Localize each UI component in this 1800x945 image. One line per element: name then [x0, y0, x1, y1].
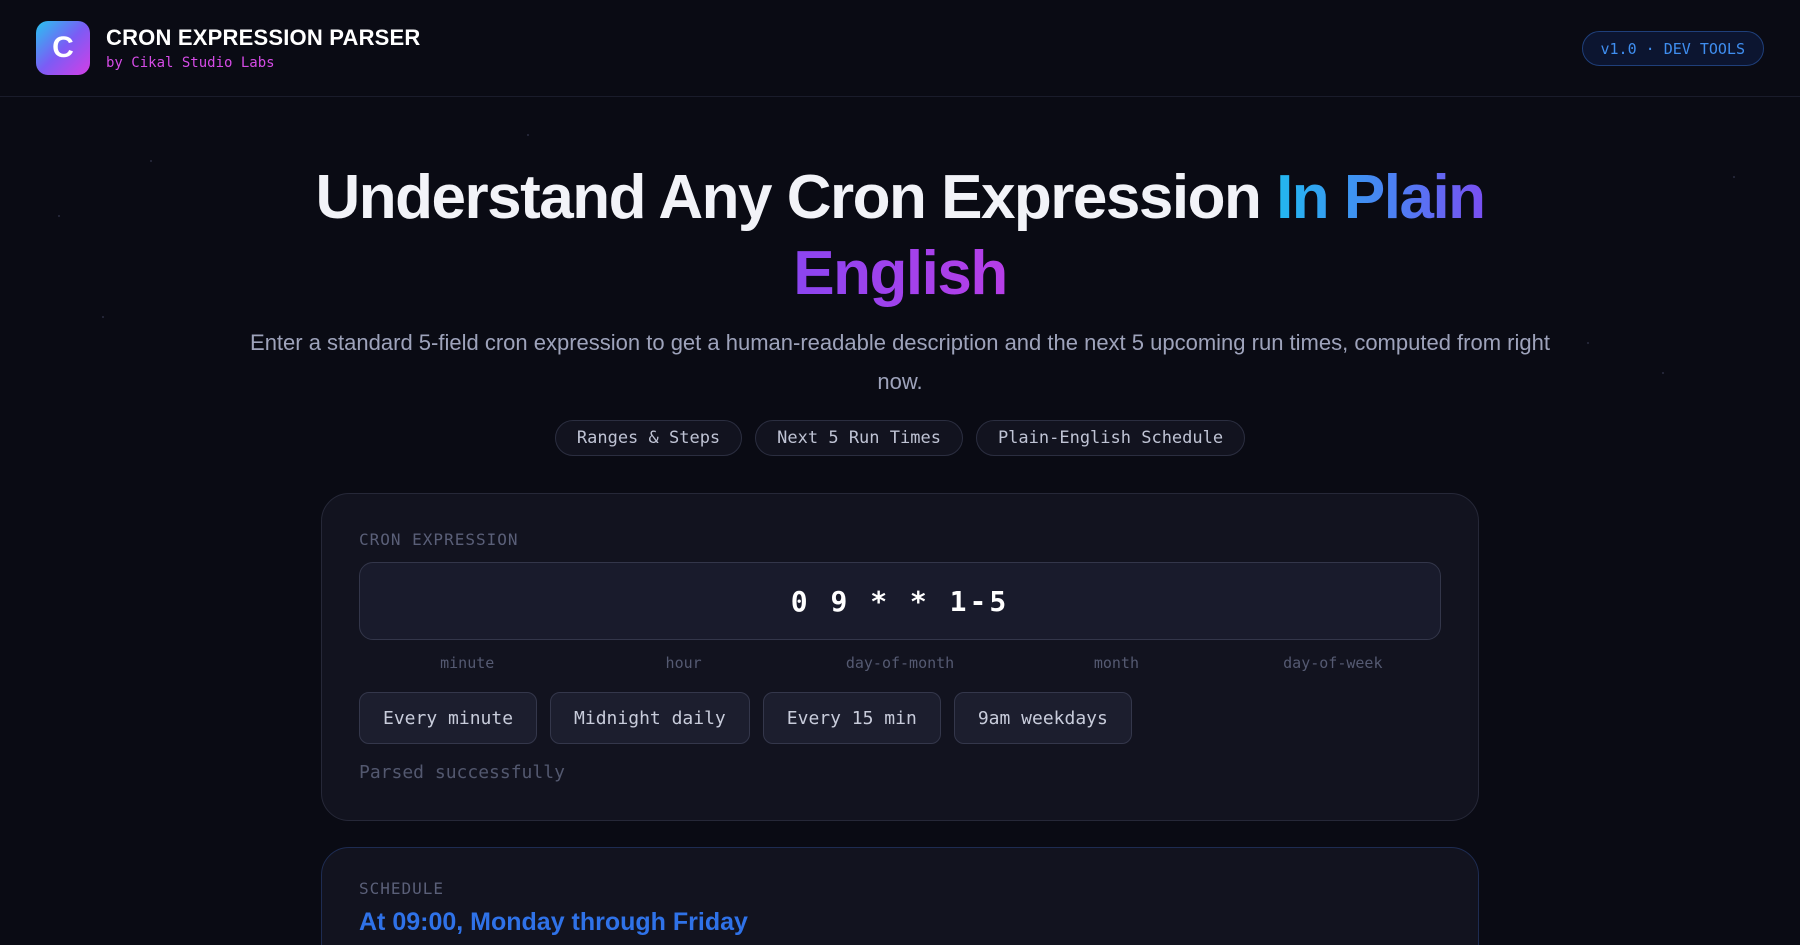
app-title: CRON EXPRESSION PARSER [106, 25, 421, 50]
feature-chip-next-run-times: Next 5 Run Times [755, 420, 963, 456]
background-star [1662, 372, 1664, 374]
cron-field-labels: minute hour day-of-month month day-of-we… [359, 654, 1441, 672]
background-star [1587, 342, 1589, 344]
feature-chips: Ranges & Steps Next 5 Run Times Plain-En… [0, 420, 1800, 456]
cron-expression-label: CRON EXPRESSION [359, 530, 519, 549]
schedule-card: SCHEDULE At 09:00, Monday through Friday [321, 847, 1479, 945]
top-bar: C CRON EXPRESSION PARSER by Cikal Studio… [0, 0, 1800, 97]
field-label-month: month [1093, 654, 1139, 672]
field-label-day-of-week: day-of-week [1283, 654, 1383, 672]
preset-buttons: Every minute Midnight daily Every 15 min… [359, 692, 1132, 744]
background-star [527, 134, 529, 136]
brand: CRON EXPRESSION PARSER by Cikal Studio L… [106, 25, 421, 71]
cron-input-card: CRON EXPRESSION minute hour day-of-month… [321, 493, 1479, 821]
hero-title-accent-1: In Plain [1276, 163, 1486, 232]
schedule-label: SCHEDULE [359, 879, 445, 898]
app-logo-icon[interactable]: C [36, 21, 90, 75]
feature-chip-ranges-steps: Ranges & Steps [554, 420, 743, 456]
hero-title-accent-2: English [793, 239, 1008, 308]
version-badge: v1.0 · DEV TOOLS [1581, 31, 1764, 66]
parse-status: Parsed successfully [359, 762, 565, 783]
feature-chip-plain-english: Plain-English Schedule [975, 420, 1246, 456]
cron-expression-input[interactable] [359, 562, 1441, 640]
hero-title: Understand Any Cron Expression In Plain E… [0, 160, 1800, 312]
schedule-description: At 09:00, Monday through Friday [359, 908, 748, 936]
logo-letter: C [52, 31, 74, 64]
hero-subtitle: Enter a standard 5-field cron expression… [250, 330, 1550, 394]
background-star [102, 316, 104, 318]
hero-title-main: Understand Any Cron Expression [315, 163, 1277, 232]
preset-9am-weekdays-button[interactable]: 9am weekdays [953, 692, 1132, 744]
field-label-minute: minute [440, 654, 495, 672]
field-label-hour: hour [665, 654, 702, 672]
app-subtitle: by Cikal Studio Labs [106, 55, 275, 71]
preset-midnight-daily-button[interactable]: Midnight daily [550, 692, 750, 744]
preset-every-minute-button[interactable]: Every minute [359, 692, 538, 744]
preset-every-15-min-button[interactable]: Every 15 min [762, 692, 941, 744]
field-label-day-of-month: day-of-month [845, 654, 955, 672]
